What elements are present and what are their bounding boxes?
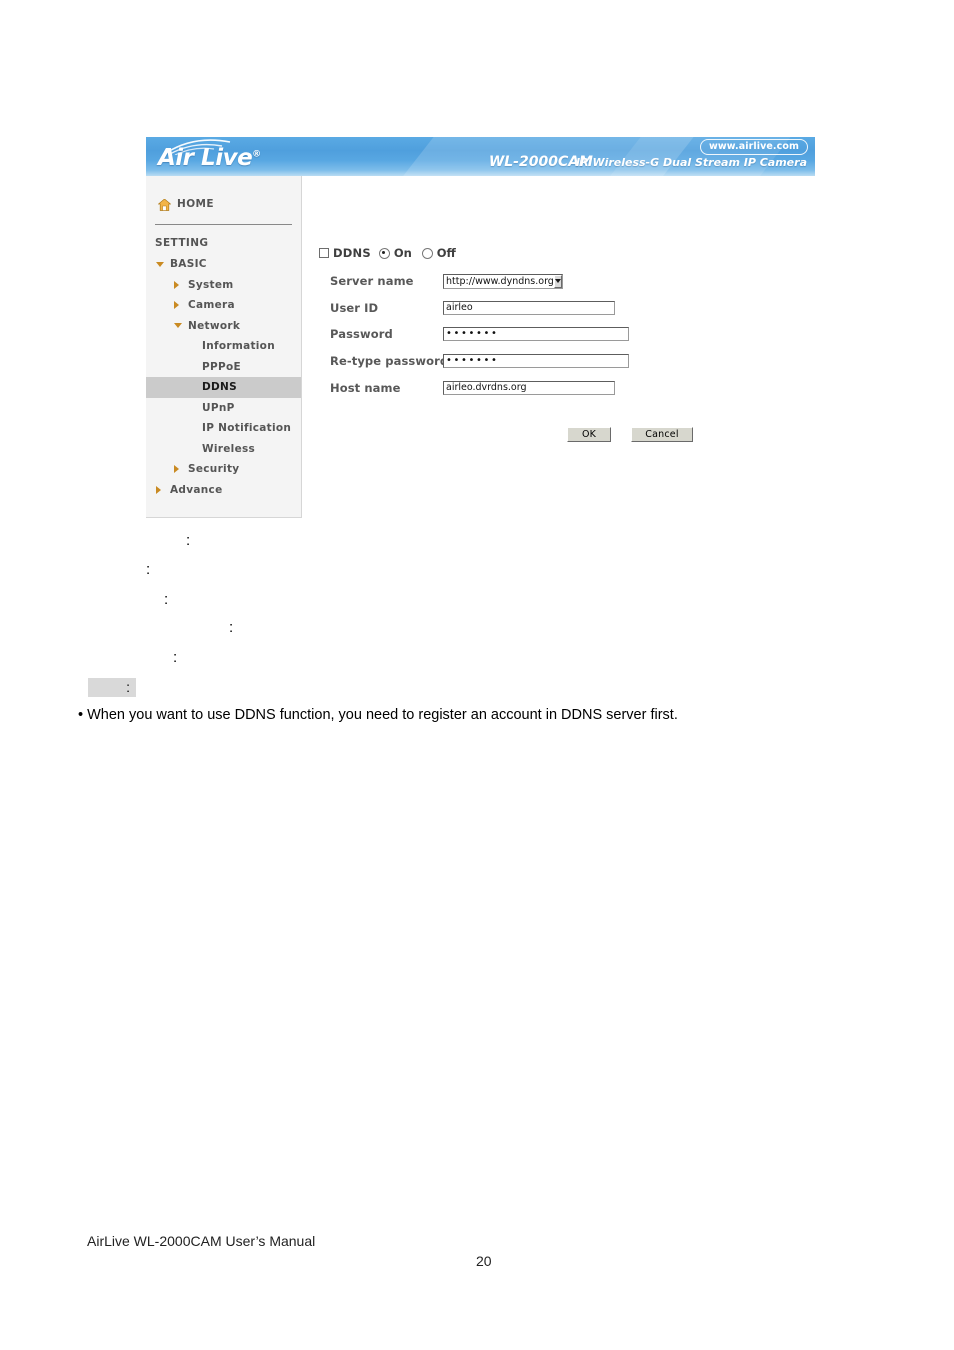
- stray-colon-mark: :: [173, 649, 178, 666]
- label-server-name: Server name: [330, 274, 414, 288]
- airlive-logo-text: Air Live®: [158, 145, 261, 171]
- chevron-down-icon: [156, 261, 164, 267]
- footer-manual-title: AirLive WL-2000CAM User’s Manual: [87, 1233, 316, 1249]
- sidebar-item-system[interactable]: System: [146, 275, 301, 296]
- form-actions: OK Cancel: [567, 427, 693, 442]
- sidebar-item-label: Wireless: [202, 442, 256, 455]
- stray-colon-mark: :: [186, 532, 191, 549]
- sidebar: HOME SETTING BASIC System Camera Network Inf…: [146, 176, 302, 518]
- label-host-name: Host name: [330, 381, 401, 395]
- model-description: IR Wireless-G Dual Stream IP Camera: [576, 156, 807, 169]
- label-password: Password: [330, 327, 393, 341]
- ui-body: HOME SETTING BASIC System Camera Network Inf…: [146, 176, 815, 518]
- sidebar-item-label: Network: [188, 319, 241, 332]
- airlive-logo[interactable]: Air Live®: [158, 139, 348, 175]
- chevron-down-icon[interactable]: [553, 274, 562, 288]
- ddns-radio-group: On Off: [378, 246, 462, 260]
- row-user-id: User ID airleo: [330, 299, 615, 317]
- note-bullet-text: • When you want to use DDNS function, yo…: [78, 707, 678, 723]
- sidebar-item-home[interactable]: HOME: [157, 198, 214, 211]
- sidebar-item-label: PPPoE: [202, 360, 241, 373]
- sidebar-item-pppoe[interactable]: PPPoE: [146, 357, 301, 378]
- user-id-input[interactable]: airleo: [443, 301, 615, 315]
- sidebar-item-label: Security: [188, 463, 240, 476]
- chevron-right-icon: [174, 280, 179, 289]
- row-retype-password: Re-type password •••••••: [330, 352, 629, 370]
- sidebar-item-wireless[interactable]: Wireless: [146, 439, 301, 460]
- note-badge-text: :: [126, 679, 130, 695]
- ddns-title: DDNS: [333, 246, 371, 260]
- footer-page-number: 20: [476, 1253, 492, 1269]
- chevron-down-icon: [174, 323, 182, 329]
- sidebar-item-upnp[interactable]: UPnP: [146, 398, 301, 419]
- sidebar-divider: [155, 224, 292, 225]
- ui-banner: Air Live® WL-2000CAM IR Wireless-G Dual …: [146, 137, 815, 176]
- radio-on-label: On: [393, 246, 412, 260]
- host-name-input[interactable]: airleo.dvrdns.org: [443, 381, 615, 395]
- chevron-right-icon: [174, 301, 179, 310]
- ok-button[interactable]: OK: [567, 427, 611, 442]
- sidebar-item-label: Information: [202, 340, 275, 353]
- server-name-selected-value: http://www.dyndns.org: [446, 275, 554, 287]
- registered-mark: ®: [252, 149, 261, 160]
- sidebar-item-network[interactable]: Network: [146, 316, 301, 337]
- chevron-right-icon: [156, 485, 161, 494]
- website-badge[interactable]: www.airlive.com: [700, 139, 808, 155]
- stray-colon-mark: :: [164, 591, 169, 608]
- retype-password-input[interactable]: •••••••: [443, 354, 629, 368]
- sidebar-nav: BASIC System Camera Network Information PPPoE…: [146, 254, 301, 500]
- sidebar-section-setting: SETTING: [155, 237, 209, 249]
- ddns-checkbox-icon[interactable]: [319, 248, 329, 258]
- camera-web-ui-screenshot: Air Live® WL-2000CAM IR Wireless-G Dual …: [146, 137, 815, 518]
- sidebar-item-label: BASIC: [170, 258, 207, 271]
- sidebar-item-basic[interactable]: BASIC: [146, 254, 301, 275]
- label-retype-password: Re-type password: [330, 354, 449, 368]
- label-user-id: User ID: [330, 301, 379, 315]
- home-icon: [157, 198, 172, 211]
- chevron-right-icon: [174, 465, 179, 474]
- radio-on[interactable]: [378, 247, 390, 259]
- sidebar-item-ip-notification[interactable]: IP Notification: [146, 418, 301, 439]
- server-name-select[interactable]: http://www.dyndns.org: [443, 273, 563, 289]
- sidebar-item-label: DDNS: [202, 381, 237, 394]
- sidebar-home-label: HOME: [177, 198, 214, 210]
- stray-colon-mark: :: [146, 561, 151, 578]
- radio-off[interactable]: [421, 247, 433, 259]
- row-server-name: Server name http://www.dyndns.org: [330, 272, 563, 290]
- sidebar-item-label: System: [188, 278, 234, 291]
- cancel-button[interactable]: Cancel: [631, 427, 693, 442]
- ddns-enable-row: DDNS On Off: [319, 246, 462, 260]
- sidebar-item-ddns[interactable]: DDNS: [146, 377, 301, 398]
- sidebar-item-information[interactable]: Information: [146, 336, 301, 357]
- password-input[interactable]: •••••••: [443, 327, 629, 341]
- sidebar-item-label: Advance: [170, 483, 223, 496]
- row-password: Password •••••••: [330, 325, 629, 343]
- sidebar-item-label: Camera: [188, 299, 235, 312]
- sidebar-item-security[interactable]: Security: [146, 459, 301, 480]
- sidebar-item-camera[interactable]: Camera: [146, 295, 301, 316]
- row-host-name: Host name airleo.dvrdns.org: [330, 379, 615, 397]
- radio-off-label: Off: [436, 246, 456, 260]
- note-label-badge: :: [88, 678, 136, 697]
- sidebar-item-label: UPnP: [202, 401, 235, 414]
- sidebar-item-label: IP Notification: [202, 422, 292, 435]
- stray-colon-mark: :: [229, 619, 234, 636]
- sidebar-item-advance[interactable]: Advance: [146, 480, 301, 501]
